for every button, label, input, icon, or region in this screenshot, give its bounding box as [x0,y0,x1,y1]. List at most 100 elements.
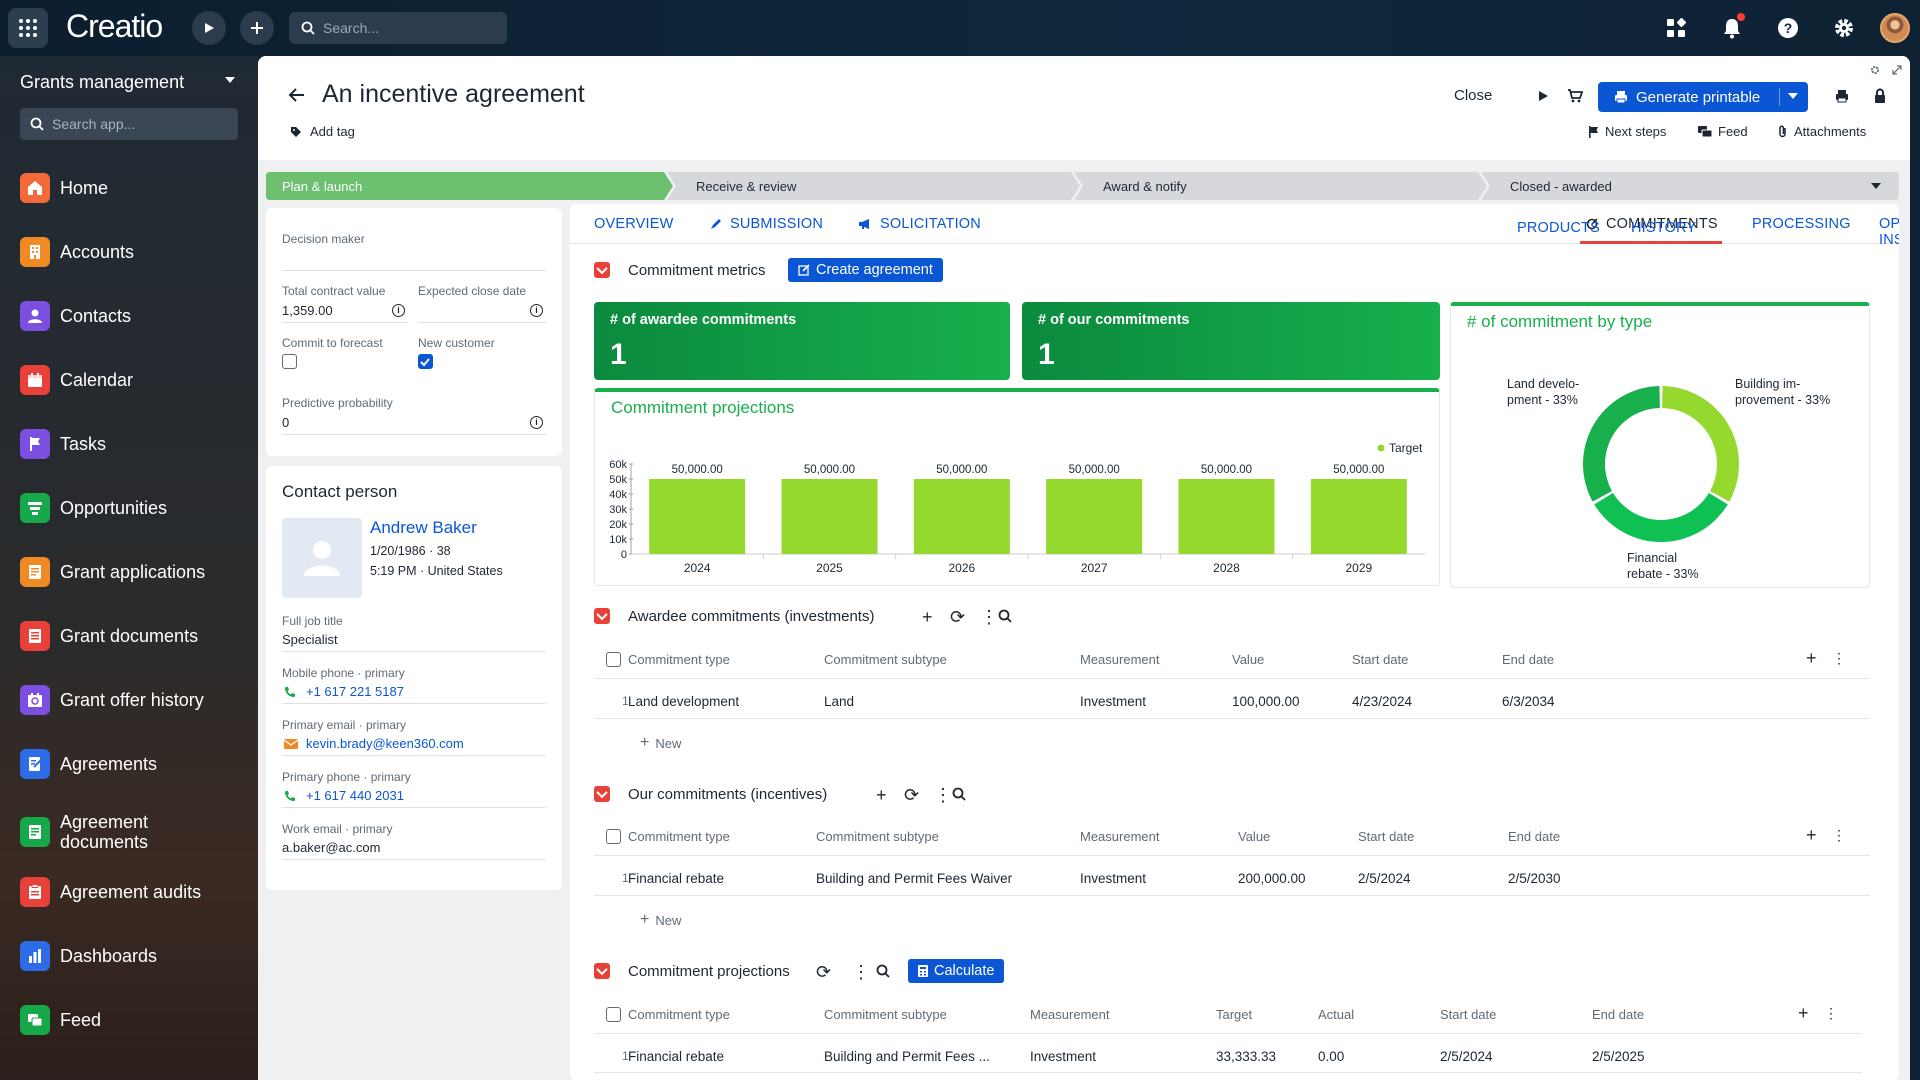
search-icon[interactable] [998,608,1012,626]
cell-target[interactable]: 33,333.33 [1216,1049,1276,1064]
more-icon[interactable]: ⋮ [1824,1004,1838,1022]
chevron-down-icon[interactable] [1788,93,1798,100]
stage-plan-launch[interactable]: Plan & launch [266,172,362,200]
donut-slice[interactable] [1662,386,1739,502]
refresh-icon[interactable]: ⟳ [816,963,831,981]
add-icon[interactable]: + [922,608,933,626]
expand-icon[interactable] [1892,62,1902,75]
primary-phone-link[interactable]: +1 617 440 2031 [306,788,404,803]
widgets-icon[interactable] [1662,14,1690,42]
email-link[interactable]: kevin.brady@keen360.com [306,736,464,751]
sidebar-item-agreement-documents[interactable]: Agreement documents [20,808,250,856]
lock-icon[interactable] [1870,86,1890,106]
cell-end-date[interactable]: 2/5/2025 [1592,1049,1645,1064]
tab-opportunity-insights[interactable]: OPPORTUNITY INSIGHTS [1879,216,1899,248]
column-header[interactable]: Measurement [1080,829,1159,844]
sidebar-item-opportunities[interactable]: Opportunities [20,488,250,528]
cell-end-date[interactable]: 6/3/2034 [1502,694,1555,709]
sidebar-item-grant-offer-history[interactable]: Grant offer history [20,680,250,720]
bar[interactable] [1310,479,1407,554]
cell-value[interactable]: 100,000.00 [1232,694,1300,709]
column-header[interactable]: End date [1508,829,1560,844]
cell-measurement[interactable]: Investment [1030,1049,1096,1064]
bar[interactable] [1178,479,1275,554]
column-header[interactable]: Start date [1358,829,1414,844]
stage-receive-review[interactable]: Receive & review [680,172,796,200]
refresh-icon[interactable]: ⟳ [950,608,965,626]
new-customer-checkbox[interactable] [418,354,433,369]
cell-actual[interactable]: 0.00 [1318,1049,1344,1064]
tab-history[interactable]: HISTORY [1631,220,1696,236]
sidebar-item-tasks[interactable]: Tasks [20,424,250,464]
tab-products[interactable]: PRODUCTS [1517,220,1600,236]
cell-end-date[interactable]: 2/5/2030 [1508,871,1561,886]
cell-type[interactable]: Financial rebate [628,871,724,886]
contact-name-link[interactable]: Andrew Baker [370,518,477,538]
new-row-button[interactable]: + New [640,911,681,929]
mobile-phone-link[interactable]: +1 617 221 5187 [306,684,404,699]
avatar[interactable] [1880,13,1910,43]
column-header[interactable]: Commitment type [628,829,730,844]
stage-award-notify[interactable]: Award & notify [1087,172,1187,200]
cell-subtype[interactable]: Land [824,694,854,709]
more-icon[interactable]: ⋮ [1832,826,1846,844]
workspace-title[interactable]: Grants management [20,72,184,93]
sidebar-item-accounts[interactable]: Accounts [20,232,250,272]
tab-processing[interactable]: PROCESSING [1752,216,1851,232]
sidebar-item-agreement-audits[interactable]: Agreement audits [20,872,250,912]
add-column-icon[interactable]: + [1806,649,1817,667]
cell-start-date[interactable]: 2/5/2024 [1440,1049,1493,1064]
search-icon[interactable] [876,963,890,981]
back-arrow-icon[interactable] [288,86,306,109]
column-header[interactable]: Start date [1440,1007,1496,1022]
cell-measurement[interactable]: Investment [1080,871,1146,886]
donut-slice[interactable] [1583,386,1660,502]
sidebar-item-grant-applications[interactable]: Grant applications [20,552,250,592]
column-header[interactable]: Commitment type [628,652,730,667]
select-all-checkbox[interactable] [606,1007,621,1022]
apps-grid-icon[interactable] [8,8,48,48]
settings-small-icon[interactable] [1870,62,1880,74]
play-icon[interactable] [1533,86,1553,106]
add-tag-button[interactable]: Add tag [290,124,355,139]
work-email-value[interactable]: a.baker@ac.com [282,840,380,855]
donut-slice[interactable] [1594,492,1728,542]
info-icon[interactable]: i [530,304,543,317]
cell-start-date[interactable]: 2/5/2024 [1358,871,1411,886]
tab-submission[interactable]: SUBMISSION [710,216,823,232]
total-contract-field[interactable]: 1,359.00 [282,303,333,318]
column-header[interactable]: Commitment subtype [824,652,947,667]
creatio-logo[interactable]: Creatio [66,8,163,45]
close-button[interactable]: Close [1454,87,1492,104]
cell-type[interactable]: Land development [628,694,739,709]
column-header[interactable]: End date [1592,1007,1644,1022]
chevron-down-icon[interactable] [1871,183,1881,189]
collapse-toggle-icon[interactable] [594,262,610,278]
attachments-button[interactable]: Attachments [1778,124,1866,139]
add-column-icon[interactable]: + [1798,1004,1809,1022]
column-header[interactable]: Value [1232,652,1264,667]
play-icon[interactable] [192,11,226,45]
help-icon[interactable]: ? [1774,14,1802,42]
generate-printable-button[interactable]: Generate printable [1598,82,1808,112]
more-icon[interactable]: ⋮ [852,963,870,981]
select-all-checkbox[interactable] [606,652,621,667]
column-header[interactable]: Measurement [1080,652,1159,667]
cart-icon[interactable] [1565,86,1585,106]
collapse-toggle-icon[interactable] [594,786,610,802]
sidebar-item-calendar[interactable]: Calendar [20,360,250,400]
print-icon[interactable] [1832,86,1852,106]
predictive-field[interactable]: 0 [282,415,289,430]
more-icon[interactable]: ⋮ [1832,649,1846,667]
add-icon[interactable]: + [876,786,887,804]
column-header[interactable]: Value [1238,829,1270,844]
cell-type[interactable]: Financial rebate [628,1049,724,1064]
bell-icon[interactable] [1718,13,1746,42]
sidebar-item-agreements[interactable]: Agreements [20,744,250,784]
next-steps-button[interactable]: Next steps [1588,124,1666,139]
sidebar-item-feed[interactable]: Feed [20,1000,250,1040]
column-header[interactable]: Actual [1318,1007,1354,1022]
cell-value[interactable]: 200,000.00 [1238,871,1306,886]
new-row-button[interactable]: + New [640,734,681,752]
info-icon[interactable]: i [530,416,543,429]
